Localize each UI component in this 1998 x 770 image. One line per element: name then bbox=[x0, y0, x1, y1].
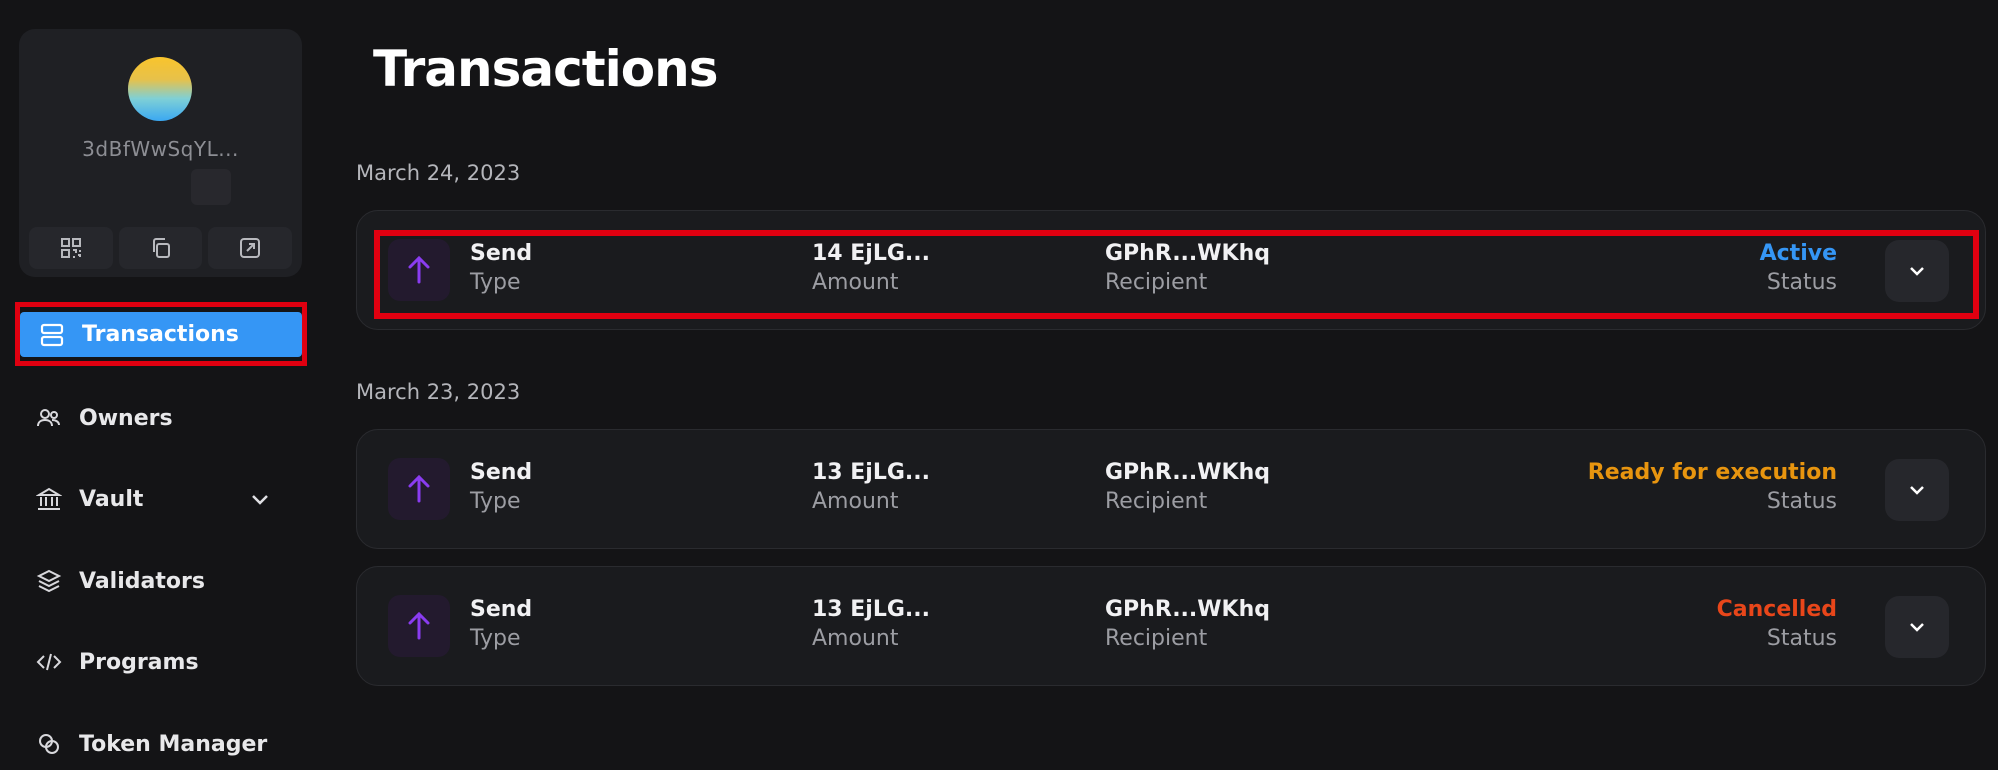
tx-status-label: Status bbox=[1766, 626, 1837, 651]
highlight-box bbox=[15, 302, 307, 366]
tx-amount-label: Amount bbox=[812, 489, 899, 514]
sidebar: 3dBfWwSqYL... Transactions Owners Vault … bbox=[0, 0, 320, 766]
sidebar-item-vault[interactable]: Vault bbox=[17, 473, 300, 525]
copy-icon bbox=[152, 238, 170, 258]
sidebar-item-label: Token Manager bbox=[79, 731, 268, 757]
tx-recipient-value[interactable]: GPhR...WKhq bbox=[1105, 597, 1270, 622]
qr-code-button[interactable] bbox=[29, 227, 113, 269]
open-explorer-button[interactable] bbox=[208, 227, 293, 269]
chevron-down-icon[interactable] bbox=[248, 487, 272, 511]
sidebar-item-owners[interactable]: Owners bbox=[17, 392, 300, 444]
tx-amount-label: Amount bbox=[812, 626, 899, 651]
sidebar-item-programs[interactable]: Programs bbox=[17, 636, 300, 688]
transaction-row[interactable]: Send Type 13 EjLG... Amount GPhR...WKhq … bbox=[356, 566, 1986, 686]
tx-status-col: Cancelled Status bbox=[1717, 597, 1837, 651]
tx-amount-value: 13 EjLG... bbox=[812, 460, 930, 485]
wallet-card: 3dBfWwSqYL... bbox=[19, 29, 302, 277]
expand-button[interactable] bbox=[1885, 459, 1949, 521]
owners-icon bbox=[35, 404, 63, 432]
date-group-label: March 23, 2023 bbox=[356, 380, 521, 404]
highlight-box bbox=[374, 230, 1979, 319]
tx-type-label: Type bbox=[470, 626, 521, 651]
bank-icon bbox=[35, 485, 63, 513]
external-link-icon bbox=[240, 238, 261, 258]
tx-recipient-col: GPhR...WKhq Recipient bbox=[1105, 597, 1270, 651]
tx-type-col: Send Type bbox=[470, 460, 532, 514]
tx-amount-col: 13 EjLG... Amount bbox=[812, 597, 930, 651]
sidebar-item-label: Programs bbox=[79, 649, 199, 675]
wallet-avatar[interactable] bbox=[128, 57, 192, 121]
tx-amount-col: 13 EjLG... Amount bbox=[812, 460, 930, 514]
wallet-balance-placeholder bbox=[191, 169, 231, 205]
chevron-down-icon bbox=[1910, 623, 1924, 632]
transaction-row[interactable]: Send Type 13 EjLG... Amount GPhR...WKhq … bbox=[356, 429, 1986, 549]
qr-code-icon bbox=[60, 238, 81, 258]
tx-status-col: Ready for execution Status bbox=[1588, 460, 1837, 514]
wallet-actions bbox=[29, 227, 293, 269]
sidebar-item-validators[interactable]: Validators bbox=[17, 555, 300, 607]
date-group-label: March 24, 2023 bbox=[356, 161, 521, 185]
copy-address-button[interactable] bbox=[118, 227, 203, 269]
sidebar-item-label: Validators bbox=[79, 568, 205, 594]
tx-status-value: Ready for execution bbox=[1587, 460, 1837, 485]
sidebar-item-label: Owners bbox=[79, 405, 173, 431]
tx-status-value: Cancelled bbox=[1716, 597, 1837, 622]
sidebar-item-label: Vault bbox=[79, 486, 144, 512]
coins-icon bbox=[35, 730, 63, 758]
expand-button[interactable] bbox=[1885, 596, 1949, 658]
page-title: Transactions bbox=[373, 40, 718, 98]
code-icon bbox=[35, 648, 63, 676]
arrow-up-icon bbox=[408, 474, 430, 503]
tx-type-col: Send Type bbox=[470, 597, 532, 651]
tx-type-label: Type bbox=[470, 489, 521, 514]
sidebar-item-token-manager[interactable]: Token Manager bbox=[17, 718, 300, 770]
arrow-up-icon bbox=[408, 611, 430, 640]
tx-recipient-col: GPhR...WKhq Recipient bbox=[1105, 460, 1270, 514]
chevron-down-icon bbox=[1910, 486, 1924, 495]
send-type-badge bbox=[388, 458, 450, 520]
tx-type-value: Send bbox=[470, 597, 533, 622]
tx-type-value: Send bbox=[470, 460, 533, 485]
tx-recipient-label: Recipient bbox=[1105, 489, 1208, 514]
send-type-badge bbox=[388, 595, 450, 657]
wallet-address[interactable]: 3dBfWwSqYL... bbox=[19, 137, 302, 161]
layers-icon bbox=[35, 567, 63, 595]
tx-recipient-label: Recipient bbox=[1105, 626, 1208, 651]
tx-recipient-value[interactable]: GPhR...WKhq bbox=[1105, 460, 1270, 485]
tx-status-label: Status bbox=[1766, 489, 1837, 514]
tx-amount-value: 13 EjLG... bbox=[812, 597, 930, 622]
